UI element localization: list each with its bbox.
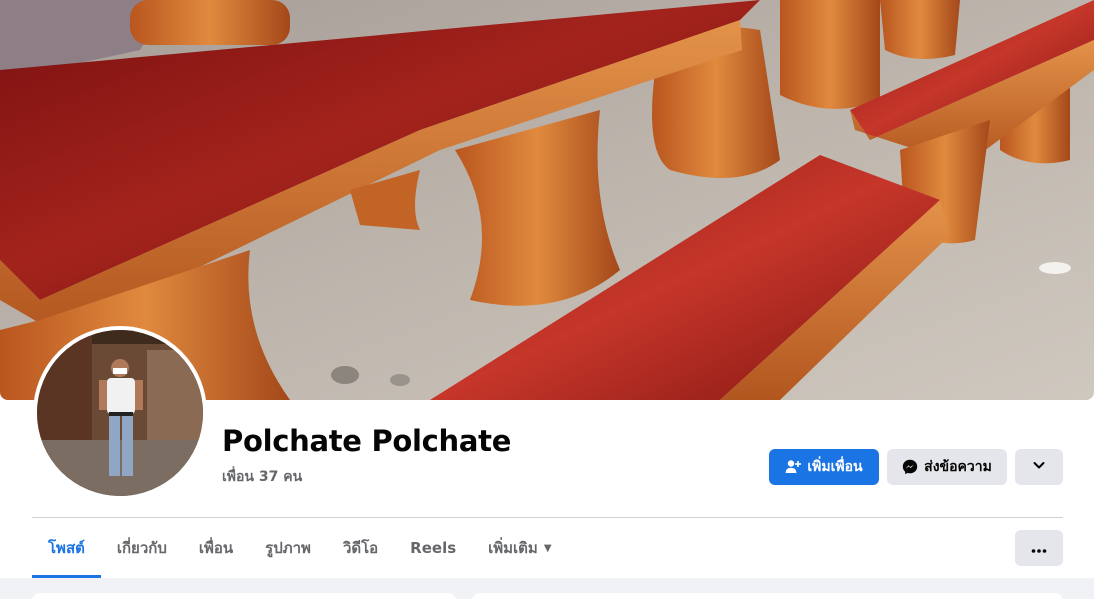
profile-avatar-image: [37, 330, 203, 496]
tab-posts-label: โพสต์: [48, 539, 85, 557]
add-friend-button[interactable]: เพิ่มเพื่อน: [769, 449, 879, 485]
intro-card: [32, 593, 456, 599]
message-button[interactable]: ส่งข้อความ: [887, 449, 1007, 485]
profile-more-button[interactable]: [1015, 449, 1063, 485]
add-friend-label: เพิ่มเพื่อน: [807, 459, 863, 475]
tab-photos-label: รูปภาพ: [265, 539, 311, 557]
composer-card: [472, 593, 1063, 599]
tab-about-label: เกี่ยวกับ: [116, 539, 167, 557]
tab-more-label: เพิ่มเติม: [488, 539, 538, 557]
tab-reels[interactable]: Reels: [394, 518, 472, 578]
messenger-icon: [902, 459, 918, 475]
tab-friends-label: เพื่อน: [198, 539, 234, 557]
tab-photos[interactable]: รูปภาพ: [249, 518, 327, 578]
tabs-options-button[interactable]: [1015, 530, 1063, 566]
tab-videos[interactable]: วิดีโอ: [327, 518, 394, 578]
profile-tabs: โพสต์ เกี่ยวกับ เพื่อน รูปภาพ วิดีโอ Ree…: [32, 518, 568, 578]
tab-about[interactable]: เกี่ยวกับ: [101, 518, 183, 578]
add-friend-icon: [785, 459, 802, 475]
tab-posts[interactable]: โพสต์: [32, 518, 101, 578]
chevron-down-icon: [1032, 458, 1046, 476]
profile-name: Polchate Polchate: [222, 424, 512, 458]
tab-friends[interactable]: เพื่อน: [183, 518, 249, 578]
caret-down-icon: ▼: [543, 542, 552, 554]
friends-count[interactable]: เพื่อน 37 คน: [222, 466, 302, 488]
tab-videos-label: วิดีโอ: [342, 539, 379, 557]
profile-page: Polchate Polchate เพื่อน 37 คน เพิ่มเพื่…: [0, 0, 1094, 599]
message-label: ส่งข้อความ: [924, 459, 992, 475]
tab-more[interactable]: เพิ่มเติม ▼: [472, 518, 567, 578]
tab-reels-label: Reels: [410, 539, 457, 557]
ellipsis-icon: [1031, 539, 1047, 558]
profile-avatar[interactable]: [33, 326, 207, 500]
